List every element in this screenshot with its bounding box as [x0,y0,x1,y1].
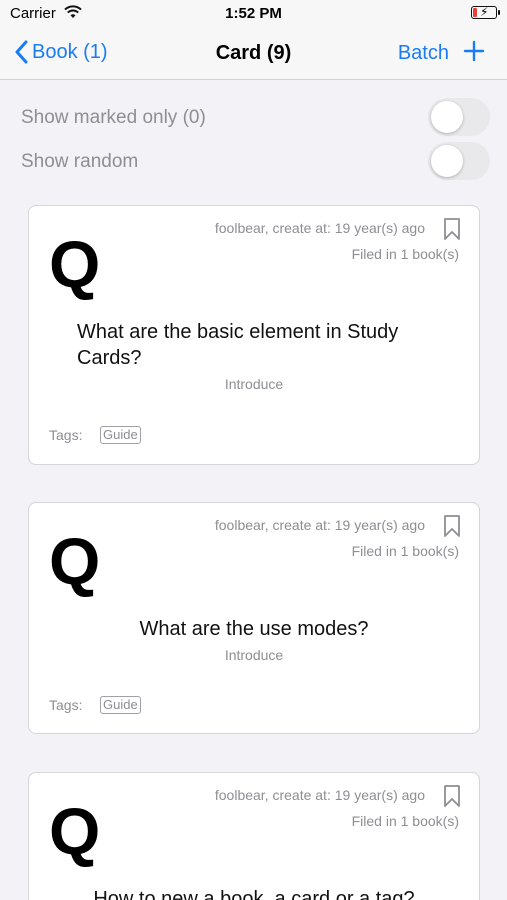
card-filed: Filed in 1 book(s) [351,246,459,262]
tag-badge[interactable]: Guide [100,426,141,444]
question-icon: Q [49,227,101,301]
bookmark-icon[interactable] [443,217,461,246]
card-question: What are the use modes? [139,618,369,640]
card-question: How to new a book, a card or a tag? [93,888,415,900]
show-random-label: Show random [21,151,139,172]
add-card-button[interactable] [463,40,485,67]
card-item[interactable]: foolbear, create at: 19 year(s) ago File… [28,205,480,465]
card-subtitle: Introduce [224,376,284,392]
tags-label: Tags: [49,427,83,443]
tag-badge[interactable]: Guide [100,696,141,714]
card-item[interactable]: foolbear, create at: 19 year(s) ago File… [28,772,480,900]
tags-label: Tags: [49,697,83,713]
toggle-knob [431,101,463,133]
toggle-knob [431,145,463,177]
status-bar: Carrier 1:52 PM ⚡ [0,0,507,28]
question-icon: Q [49,794,101,868]
show-marked-toggle[interactable] [428,98,490,136]
question-icon: Q [49,524,101,598]
back-button[interactable]: Book (1) [14,40,108,64]
filter-row-random: Show random [0,140,507,184]
chevron-left-icon [15,40,28,64]
batch-button[interactable]: Batch [398,42,449,65]
card-filed: Filed in 1 book(s) [351,543,459,559]
card-meta: foolbear, create at: 19 year(s) ago [214,787,425,803]
card-question: What are the basic element in Study Card… [77,321,399,369]
card-item[interactable]: foolbear, create at: 19 year(s) ago File… [28,502,480,734]
card-meta: foolbear, create at: 19 year(s) ago [214,517,425,533]
filter-row-marked: Show marked only (0) [0,96,507,140]
plus-icon [463,40,485,62]
card-subtitle: Introduce [224,647,284,663]
card-filed: Filed in 1 book(s) [351,813,459,829]
bookmark-icon[interactable] [443,784,461,813]
bookmark-icon[interactable] [443,514,461,543]
show-random-toggle[interactable] [428,142,490,180]
navigation-bar: Book (1) Card (9) Batch [0,28,507,80]
status-time: 1:52 PM [225,5,282,22]
card-meta: foolbear, create at: 19 year(s) ago [214,220,425,236]
battery-icon: ⚡ [471,5,500,19]
show-marked-label: Show marked only (0) [21,107,206,128]
back-button-label: Book (1) [32,40,108,63]
